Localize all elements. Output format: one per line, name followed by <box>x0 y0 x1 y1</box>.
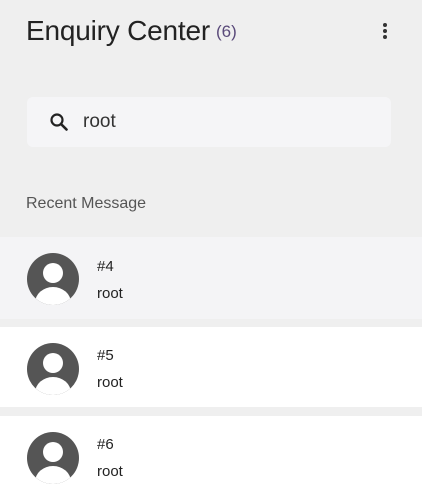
header: Enquiry Center (6) <box>0 0 422 70</box>
section-label-recent-message: Recent Message <box>26 195 147 212</box>
user-avatar-icon <box>27 253 79 305</box>
user-avatar-icon <box>27 432 79 484</box>
message-id: #5 <box>97 347 114 364</box>
more-options-button[interactable] <box>374 18 396 44</box>
message-sender: root <box>97 463 123 480</box>
page-title: Enquiry Center <box>26 15 210 46</box>
more-vertical-icon <box>383 23 387 39</box>
search-icon <box>50 113 68 131</box>
enquiry-count-badge: (6) <box>216 22 237 41</box>
message-sender: root <box>97 374 123 391</box>
message-item[interactable]: #6 root <box>0 416 422 497</box>
search-input[interactable] <box>83 107 373 137</box>
message-sender: root <box>97 285 123 302</box>
search-box[interactable] <box>27 97 391 147</box>
message-id: #4 <box>97 258 114 275</box>
message-item[interactable]: #4 root <box>0 237 422 319</box>
message-id: #6 <box>97 436 114 453</box>
message-item[interactable]: #5 root <box>0 327 422 407</box>
user-avatar-icon <box>27 343 79 395</box>
